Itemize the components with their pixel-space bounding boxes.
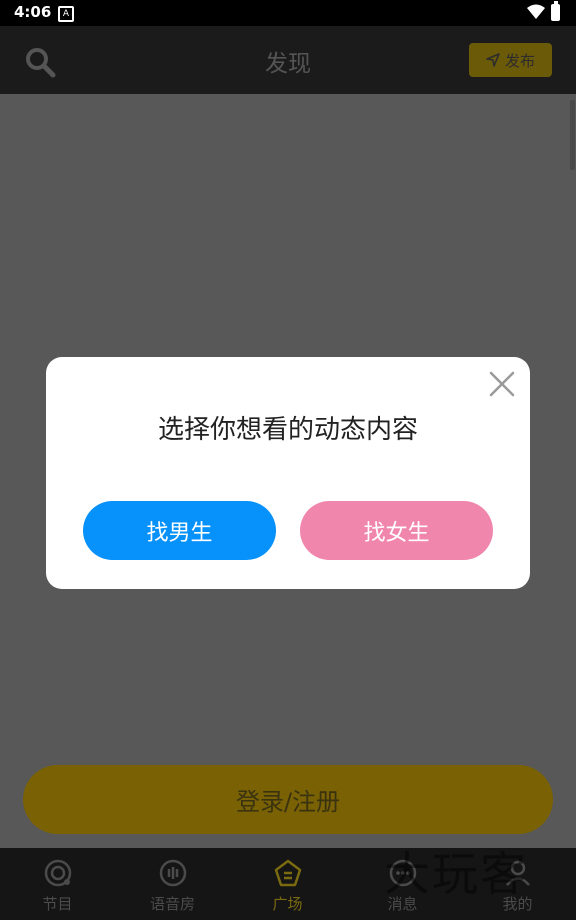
battery-icon: [551, 1, 560, 21]
voice-room-icon: [159, 859, 186, 887]
tab-voice-room[interactable]: 语音房: [115, 848, 230, 920]
tab-plaza[interactable]: 广场: [230, 848, 345, 920]
publish-label: 发布: [504, 51, 535, 70]
broadcast-icon: [44, 859, 71, 887]
login-register-button[interactable]: 登录/注册: [23, 765, 553, 834]
find-female-button[interactable]: 找女生: [300, 501, 493, 560]
wifi-icon: [527, 4, 545, 19]
watermark: 大玩客: [384, 847, 528, 901]
status-bar: 4:06 A: [0, 0, 576, 26]
status-time: 4:06: [14, 3, 52, 21]
find-male-button[interactable]: 找男生: [83, 501, 276, 560]
tab-label: 语音房: [149, 895, 195, 913]
tab-label: 节目: [42, 895, 73, 913]
close-icon[interactable]: [487, 369, 517, 399]
publish-button[interactable]: 发布: [469, 43, 552, 77]
dialog-title: 选择你想看的动态内容: [157, 415, 418, 445]
notification-icon: A: [58, 6, 74, 22]
content-preference-dialog: 选择你想看的动态内容 找男生 找女生: [46, 357, 530, 589]
tab-programs[interactable]: 节目: [0, 848, 115, 920]
send-icon: [486, 53, 500, 67]
scrollbar[interactable]: [570, 100, 575, 170]
tab-label: 广场: [272, 895, 303, 913]
plaza-icon: [274, 859, 301, 887]
top-header: 发现 发布: [0, 26, 576, 94]
